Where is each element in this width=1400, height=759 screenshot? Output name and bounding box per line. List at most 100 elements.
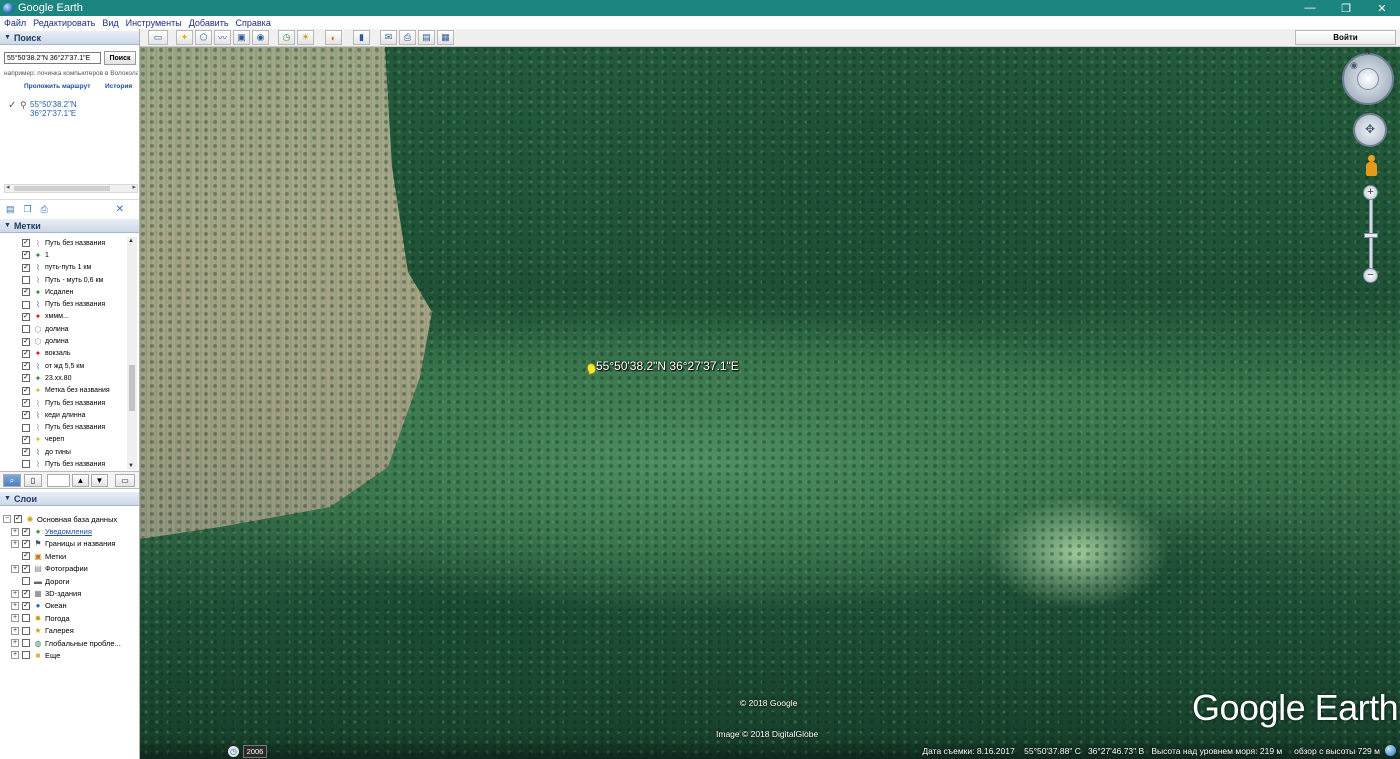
menu-view[interactable]: Вид xyxy=(102,18,118,28)
layer-item-label[interactable]: Уведомления xyxy=(45,527,92,536)
minimize-button[interactable]: — xyxy=(1292,0,1328,16)
checkbox[interactable]: ✓ xyxy=(22,362,30,371)
layer-item[interactable]: ▬ Дороги xyxy=(0,575,139,587)
checkbox[interactable]: ✓ xyxy=(22,374,30,383)
checkbox[interactable] xyxy=(22,651,30,660)
checkbox[interactable]: ✓ xyxy=(22,564,30,573)
view-in-maps-button[interactable]: ▦ xyxy=(437,30,454,45)
layer-item[interactable]: − ✓ ✺ Основная база данных xyxy=(0,513,139,525)
menu-add[interactable]: Добавить xyxy=(189,18,229,28)
close-button[interactable]: ✕ xyxy=(1364,0,1400,16)
checkbox[interactable]: ✓ xyxy=(22,251,30,260)
places-item[interactable]: ⌇ Путь без названия xyxy=(0,298,126,310)
search-result[interactable]: ✓ ⚲ 55°50'38.2"N 36°27'37.1"E xyxy=(8,100,77,118)
expand-toggle[interactable]: + xyxy=(11,564,19,573)
checkbox[interactable]: ✓ xyxy=(22,312,30,321)
places-scrollbar[interactable]: ▲ ▼ xyxy=(127,237,137,470)
places-item[interactable]: ✓ ⌇ путь-путь 1 км xyxy=(0,262,126,274)
expand-toggle[interactable]: + xyxy=(11,527,19,536)
directions-link[interactable]: Проложить маршрут xyxy=(24,83,90,90)
search-panel-header[interactable]: ▼ Поиск xyxy=(0,31,139,45)
sunlight-button[interactable]: ☀ xyxy=(297,30,314,45)
layers-panel-header[interactable]: ▼ Слои xyxy=(0,492,139,506)
save-image-button[interactable]: ▤ xyxy=(418,30,435,45)
layer-item[interactable]: + ✹ Погода xyxy=(0,612,139,624)
look-control[interactable] xyxy=(1357,68,1379,90)
places-item[interactable]: ⌇ Путь без названия xyxy=(0,421,126,433)
layer-item[interactable]: ✓ ▣ Метки xyxy=(0,550,139,562)
add-path-button[interactable]: 〰 xyxy=(214,30,231,45)
places-item[interactable]: ⬡ долина xyxy=(0,323,126,335)
move-up-button[interactable]: ▲ xyxy=(72,474,89,487)
checkbox[interactable]: ✓ xyxy=(22,601,30,610)
checkbox[interactable]: ✓ xyxy=(22,239,30,248)
places-item[interactable]: ✓ ⌇ от жд 5,5 км xyxy=(0,360,126,372)
expand-toggle[interactable]: + xyxy=(11,651,19,660)
places-item[interactable]: ✓ ✦ череп xyxy=(0,434,126,446)
places-item[interactable]: ✓ ⌇ кеди длинна xyxy=(0,409,126,421)
placemark-label[interactable]: 55°50'38.2"N 36°27'37.1"E xyxy=(596,359,739,373)
menu-help[interactable]: Справка xyxy=(236,18,271,28)
zoom-in-button[interactable]: + xyxy=(1363,185,1378,200)
places-filter-field[interactable] xyxy=(47,474,70,487)
expand-toggle[interactable] xyxy=(11,577,19,585)
places-item[interactable]: ✓ ⌇ Путь без названия xyxy=(0,397,126,409)
checkbox[interactable]: ✓ xyxy=(22,288,30,297)
navigation-compass[interactable]: N ◉ xyxy=(1342,49,1394,105)
email-button[interactable]: ✉ xyxy=(380,30,397,45)
checkbox[interactable] xyxy=(22,423,30,432)
places-item[interactable]: ✓ ✦ 1 xyxy=(0,249,126,261)
checkbox[interactable] xyxy=(22,614,30,623)
checkbox[interactable] xyxy=(22,300,30,309)
scroll-thumb[interactable] xyxy=(14,186,110,191)
copy-icon[interactable]: ❐ xyxy=(24,204,32,215)
menu-tools[interactable]: Инструменты xyxy=(126,18,182,28)
expand-toggle[interactable]: + xyxy=(11,614,19,623)
checkbox[interactable] xyxy=(22,460,30,469)
places-item[interactable]: ✓ ✦ 23.хх.80 xyxy=(0,372,126,384)
history-link[interactable]: История xyxy=(105,83,132,90)
places-item[interactable]: ✓ ⌇ Путь без названия xyxy=(0,237,126,249)
menu-file[interactable]: Файл xyxy=(4,18,26,28)
search-input[interactable] xyxy=(4,52,101,64)
layer-item[interactable]: + ◍ Глобальные пробле... xyxy=(0,637,139,649)
layer-item[interactable]: + ✓ ▤ Фотографии xyxy=(0,563,139,575)
expand-toggle[interactable]: − xyxy=(3,515,11,524)
search-button[interactable]: Поиск xyxy=(104,51,136,65)
menu-edit[interactable]: Редактировать xyxy=(33,18,95,28)
search-places-button[interactable]: ⌕ xyxy=(3,474,21,487)
checkbox[interactable]: ✓ xyxy=(22,411,30,420)
checkbox[interactable] xyxy=(22,577,30,586)
print-icon[interactable]: ⎙ xyxy=(41,204,48,215)
checkbox[interactable]: ✓ xyxy=(22,552,30,561)
checkbox[interactable]: ✓ xyxy=(22,399,30,407)
street-view-pegman-icon[interactable] xyxy=(1364,155,1378,179)
layer-item[interactable]: + ✓ ● Океан xyxy=(0,600,139,612)
checkbox[interactable] xyxy=(22,325,30,334)
places-item[interactable]: ✓ ⬡ долина xyxy=(0,335,126,347)
add-polygon-button[interactable]: ⬠ xyxy=(195,30,212,45)
sign-in-button[interactable]: Войти xyxy=(1295,30,1396,45)
historical-imagery-button[interactable]: ◷ xyxy=(278,30,295,45)
expand-toggle[interactable]: + xyxy=(11,539,19,548)
sidebar-toggle-button[interactable]: ▭ xyxy=(148,30,168,45)
places-item[interactable]: ✓ ⌇ до тины xyxy=(0,446,126,458)
checkbox[interactable]: ✓ xyxy=(22,337,30,346)
zoom-out-button[interactable]: − xyxy=(1363,268,1378,283)
expand-toggle[interactable]: + xyxy=(11,639,19,648)
places-item[interactable]: ⌇ Путь без названия xyxy=(0,458,126,470)
move-joystick[interactable]: ✥ xyxy=(1353,113,1387,147)
historical-clock-icon[interactable]: ◷ xyxy=(228,746,239,757)
checkbox[interactable]: ✓ xyxy=(22,448,30,457)
search-results-scrollbar[interactable]: ◂ ▸ xyxy=(4,184,138,193)
checkbox[interactable]: ✓ xyxy=(22,349,30,358)
checkbox[interactable]: ✓ xyxy=(22,435,30,444)
places-panel-header[interactable]: ▼ Метки xyxy=(0,219,139,233)
zoom-slider-thumb[interactable] xyxy=(1364,233,1378,238)
checkbox[interactable]: ✓ xyxy=(22,539,30,548)
places-item[interactable]: ✓ ✦ хммм... xyxy=(0,311,126,323)
historical-imagery-year[interactable]: 2006 xyxy=(243,745,267,758)
checkbox[interactable]: ✓ xyxy=(22,527,30,536)
maximize-button[interactable]: ❐ xyxy=(1328,0,1364,16)
move-down-button[interactable]: ▼ xyxy=(91,474,108,487)
